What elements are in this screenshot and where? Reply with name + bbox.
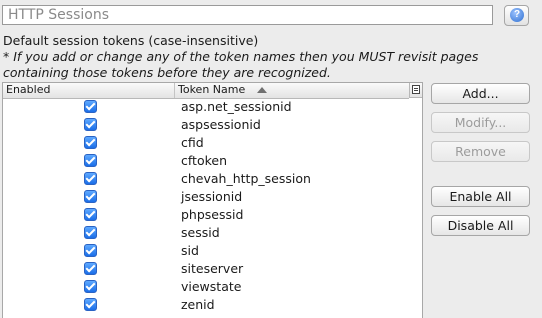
table-row[interactable]: asp.net_sessionid <box>3 98 422 116</box>
token-name-cell: cfid <box>181 135 204 150</box>
enabled-checkbox[interactable] <box>84 154 97 167</box>
add-button[interactable]: Add... <box>431 83 530 104</box>
token-name-cell: chevah_http_session <box>181 171 311 186</box>
modify-button[interactable]: Modify... <box>431 112 530 133</box>
table-row[interactable]: sid <box>3 242 422 260</box>
token-name-cell: sid <box>181 243 199 258</box>
token-name-cell: phpsessid <box>181 207 244 222</box>
table-row[interactable]: aspsessionid <box>3 116 422 134</box>
panel-title-field: HTTP Sessions <box>2 5 493 25</box>
token-name-cell: cftoken <box>181 153 228 168</box>
disable-all-button[interactable]: Disable All <box>431 215 530 236</box>
table-row[interactable]: viewstate <box>3 278 422 296</box>
remove-button[interactable]: Remove <box>431 141 530 162</box>
table-row[interactable]: jsessionid <box>3 188 422 206</box>
enabled-checkbox[interactable] <box>84 118 97 131</box>
enabled-checkbox[interactable] <box>84 262 97 275</box>
table-row[interactable]: cfid <box>3 134 422 152</box>
warning-note-line1: * If you add or change any of the token … <box>3 49 479 64</box>
enabled-checkbox[interactable] <box>84 280 97 293</box>
enabled-checkbox[interactable] <box>84 190 97 203</box>
column-header-enabled[interactable]: Enabled <box>3 83 175 98</box>
table-header: Enabled Token Name <box>3 83 409 99</box>
table-row[interactable]: sessid <box>3 224 422 242</box>
token-name-cell: aspsessionid <box>181 117 261 132</box>
session-tokens-table: Enabled Token Name asp.net_sessionidasps… <box>2 82 423 318</box>
enabled-checkbox[interactable] <box>84 244 97 257</box>
table-row[interactable]: cftoken <box>3 152 422 170</box>
table-row[interactable]: chevah_http_session <box>3 170 422 188</box>
column-header-token-name[interactable]: Token Name <box>175 83 409 98</box>
enable-all-button[interactable]: Enable All <box>431 186 530 207</box>
token-name-cell: siteserver <box>181 261 244 276</box>
token-name-cell: zenid <box>181 297 215 312</box>
column-header-token-name-label: Token Name <box>178 83 246 96</box>
column-control-button[interactable] <box>409 83 422 98</box>
enabled-checkbox[interactable] <box>84 208 97 221</box>
token-name-cell: jsessionid <box>181 189 243 204</box>
sort-ascending-icon <box>257 87 267 93</box>
table-row[interactable]: siteserver <box>3 260 422 278</box>
token-name-cell: sessid <box>181 225 220 240</box>
enabled-checkbox[interactable] <box>84 100 97 113</box>
warning-note-line2: containing those tokens before they are … <box>3 65 331 80</box>
column-chooser-icon <box>412 85 420 94</box>
table-row[interactable]: zenid <box>3 296 422 314</box>
enabled-checkbox[interactable] <box>84 298 97 311</box>
table-body: asp.net_sessionid aspsessionid cfid cftoken… <box>3 98 422 314</box>
help-button[interactable]: ? <box>504 5 529 26</box>
help-icon: ? <box>510 8 524 22</box>
session-tokens-heading: Default session tokens (case-insensitive… <box>3 33 259 48</box>
enabled-checkbox[interactable] <box>84 136 97 149</box>
token-name-cell: asp.net_sessionid <box>181 99 292 114</box>
enabled-checkbox[interactable] <box>84 226 97 239</box>
table-row[interactable]: phpsessid <box>3 206 422 224</box>
enabled-checkbox[interactable] <box>84 172 97 185</box>
token-name-cell: viewstate <box>181 279 242 294</box>
